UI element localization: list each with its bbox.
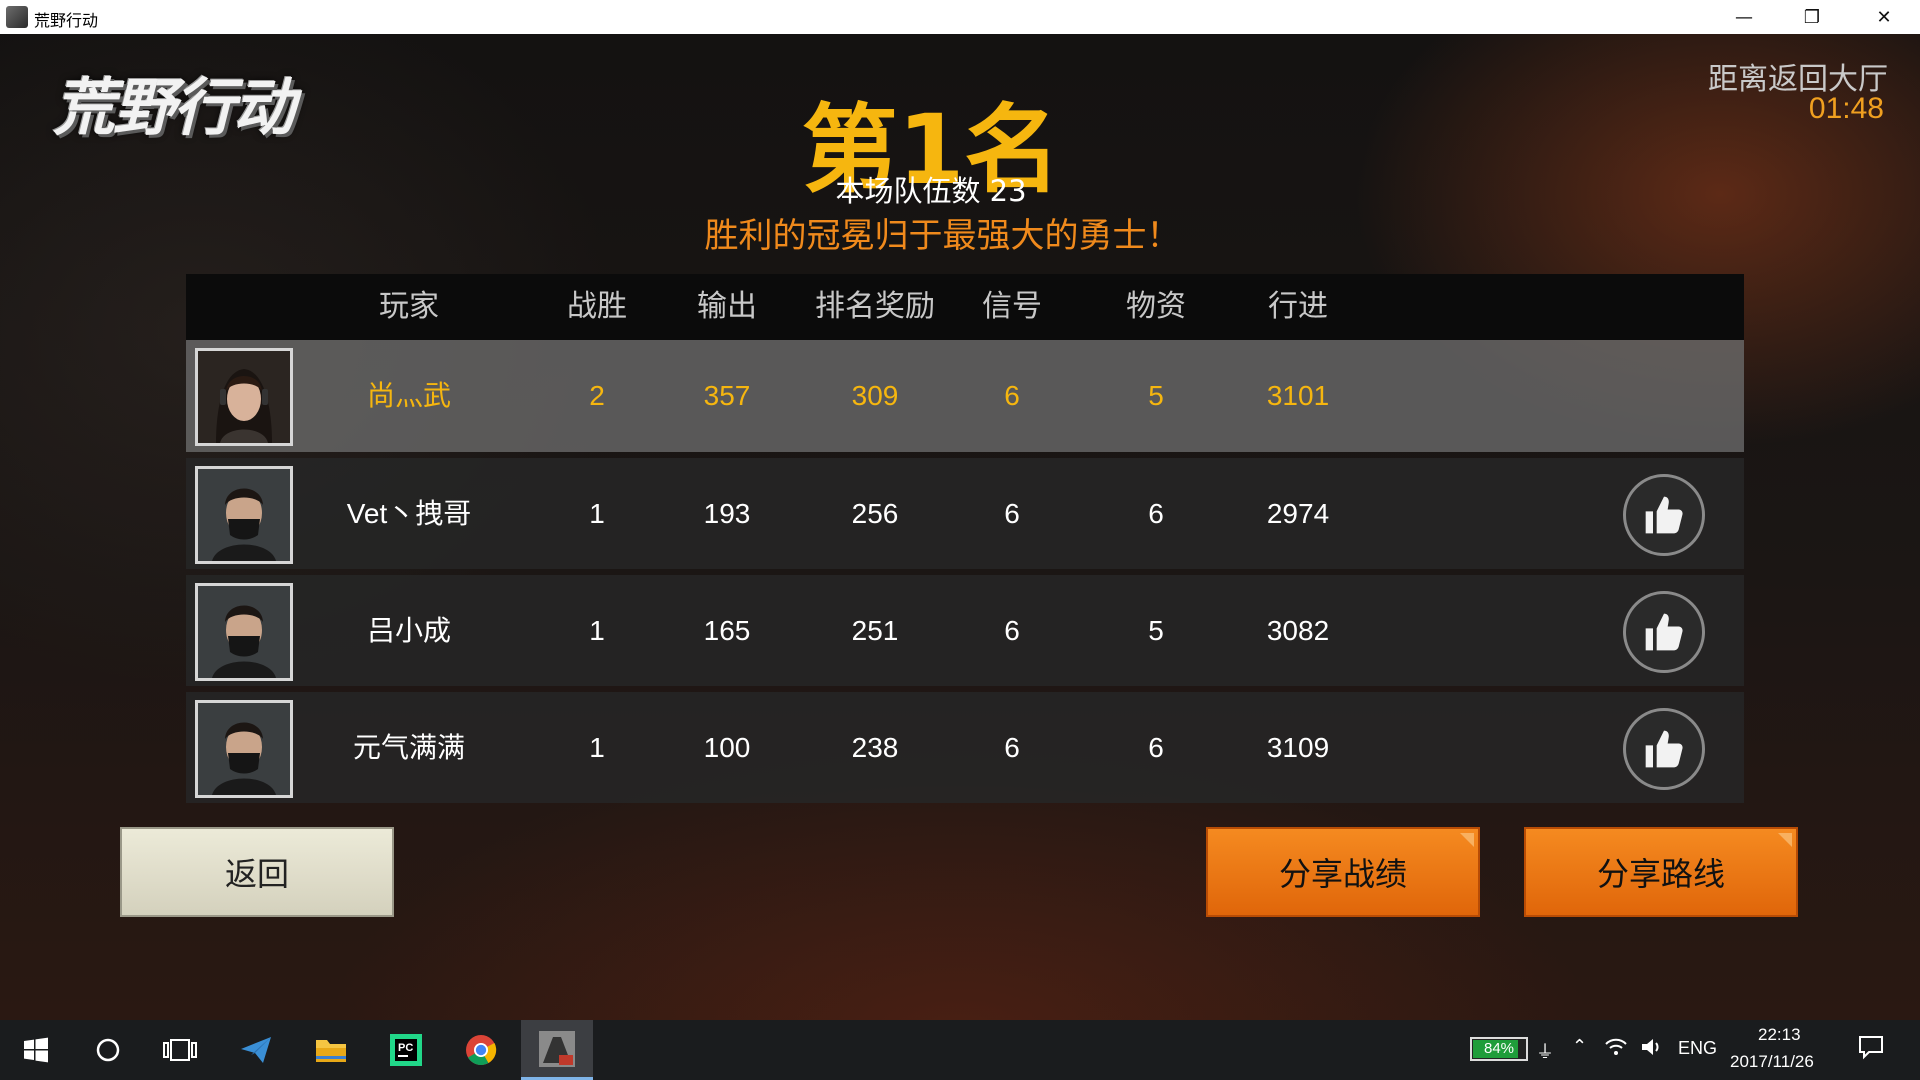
player-name: Vet丶拽哥 bbox=[346, 498, 472, 529]
player-kills: 2 bbox=[589, 380, 605, 411]
thumbs-up-icon bbox=[1645, 613, 1683, 651]
pycharm-icon[interactable]: PC bbox=[370, 1020, 442, 1080]
player-supplies: 5 bbox=[1148, 380, 1164, 411]
player-travel: 3101 bbox=[1266, 380, 1330, 411]
svg-text:PC: PC bbox=[398, 1042, 413, 1054]
clock-date[interactable]: 2017/11/26 bbox=[1730, 1052, 1814, 1072]
masked-male-avatar-icon bbox=[195, 466, 293, 564]
file-explorer-icon[interactable] bbox=[295, 1020, 367, 1080]
column-header-rank-reward: 排名奖励 bbox=[815, 289, 935, 324]
thumbs-up-icon bbox=[1645, 496, 1683, 534]
game-viewport: 荒野行动 距离返回大厅 01:48 第1名 本场队伍数 23 胜利的冠冕归于最强… bbox=[0, 34, 1920, 1020]
column-header-signal: 信号 bbox=[982, 289, 1042, 324]
power-plug-icon: ⏚ bbox=[1536, 1042, 1554, 1062]
player-name: 元气满满 bbox=[352, 732, 466, 763]
battery-percent: 84% bbox=[1483, 1040, 1515, 1057]
game-app-icon[interactable] bbox=[521, 1020, 593, 1080]
window-title: 荒野行动 bbox=[34, 11, 99, 30]
share-route-button[interactable]: 分享路线 bbox=[1524, 827, 1798, 917]
victory-slogan: 胜利的冠冕归于最强大的勇士！ bbox=[704, 216, 1181, 256]
thumbs-up-icon bbox=[1645, 730, 1683, 768]
chrome-icon[interactable] bbox=[445, 1020, 517, 1080]
column-header-kills: 战胜 bbox=[567, 289, 627, 324]
player-name: 吕小成 bbox=[366, 615, 452, 646]
player-signal: 6 bbox=[1004, 615, 1020, 646]
paper-plane-icon[interactable] bbox=[220, 1020, 292, 1080]
player-damage: 165 bbox=[703, 615, 751, 646]
player-rank-reward: 256 bbox=[851, 498, 899, 529]
results-table: 玩家 战胜 输出 排名奖励 信号 物资 行进 尚灬武 2 357 309 6 5… bbox=[186, 274, 1744, 803]
player-signal: 6 bbox=[1004, 498, 1020, 529]
thumbs-up-button[interactable] bbox=[1623, 591, 1705, 673]
column-header-travel: 行进 bbox=[1268, 289, 1328, 324]
team-count: 本场队伍数 23 bbox=[835, 174, 1027, 208]
column-header-supplies: 物资 bbox=[1126, 289, 1186, 324]
masked-male-avatar-icon bbox=[195, 583, 293, 681]
player-kills: 1 bbox=[589, 498, 605, 529]
female-avatar-icon bbox=[195, 348, 293, 446]
close-button[interactable]: ✕ bbox=[1850, 0, 1918, 34]
corner-decoration bbox=[1778, 833, 1792, 847]
table-row: 尚灬武 2 357 309 6 5 3101 bbox=[186, 340, 1744, 452]
language-indicator[interactable]: ENG bbox=[1678, 1038, 1717, 1059]
wifi-icon[interactable] bbox=[1604, 1036, 1628, 1063]
chevron-up-icon[interactable]: ⌃ bbox=[1572, 1036, 1587, 1057]
windows-start-icon[interactable] bbox=[0, 1020, 72, 1080]
table-row: 吕小成 1 165 251 6 5 3082 bbox=[186, 575, 1744, 686]
clock-time[interactable]: 22:13 bbox=[1758, 1025, 1801, 1045]
player-signal: 6 bbox=[1004, 380, 1020, 411]
thumbs-up-button[interactable] bbox=[1623, 474, 1705, 556]
table-row: Vet丶拽哥 1 193 256 6 6 2974 bbox=[186, 458, 1744, 569]
cortana-circle-icon[interactable] bbox=[72, 1020, 144, 1080]
windows-taskbar: PC 84% ⏚ ⌃ ENG 22:13 2017/11/26 bbox=[0, 1020, 1920, 1080]
column-header-player: 玩家 bbox=[379, 289, 439, 324]
masked-male-avatar-icon bbox=[195, 700, 293, 798]
speaker-icon[interactable] bbox=[1640, 1036, 1664, 1063]
thumbs-up-button[interactable] bbox=[1623, 708, 1705, 790]
task-view-icon[interactable] bbox=[144, 1020, 216, 1080]
player-kills: 1 bbox=[589, 732, 605, 763]
player-supplies: 6 bbox=[1148, 498, 1164, 529]
column-header-damage: 输出 bbox=[697, 289, 757, 324]
player-travel: 3109 bbox=[1266, 732, 1330, 763]
minimize-button[interactable]: — bbox=[1710, 0, 1778, 34]
restore-button[interactable]: ❐ bbox=[1778, 0, 1846, 34]
player-damage: 100 bbox=[703, 732, 751, 763]
player-signal: 6 bbox=[1004, 732, 1020, 763]
share-stats-button[interactable]: 分享战绩 bbox=[1206, 827, 1480, 917]
player-supplies: 5 bbox=[1148, 615, 1164, 646]
player-damage: 357 bbox=[703, 380, 751, 411]
share-stats-label: 分享战绩 bbox=[1278, 855, 1407, 893]
player-travel: 3082 bbox=[1266, 615, 1330, 646]
player-name: 尚灬武 bbox=[366, 380, 452, 411]
notification-icon[interactable] bbox=[1858, 1034, 1884, 1065]
player-damage: 193 bbox=[703, 498, 751, 529]
table-header: 玩家 战胜 输出 排名奖励 信号 物资 行进 bbox=[186, 274, 1744, 340]
player-rank-reward: 251 bbox=[851, 615, 899, 646]
player-kills: 1 bbox=[589, 615, 605, 646]
player-rank-reward: 238 bbox=[851, 732, 899, 763]
battery-indicator[interactable]: 84% bbox=[1470, 1037, 1528, 1061]
app-icon bbox=[6, 6, 28, 28]
share-route-label: 分享路线 bbox=[1596, 855, 1725, 893]
table-row: 元气满满 1 100 238 6 6 3109 bbox=[186, 692, 1744, 803]
player-travel: 2974 bbox=[1266, 498, 1330, 529]
window-title-bar: 荒野行动 — ❐ ✕ bbox=[0, 0, 1920, 34]
player-rank-reward: 309 bbox=[851, 380, 899, 411]
back-button[interactable]: 返回 bbox=[120, 827, 394, 917]
corner-decoration bbox=[1460, 833, 1474, 847]
player-supplies: 6 bbox=[1148, 732, 1164, 763]
